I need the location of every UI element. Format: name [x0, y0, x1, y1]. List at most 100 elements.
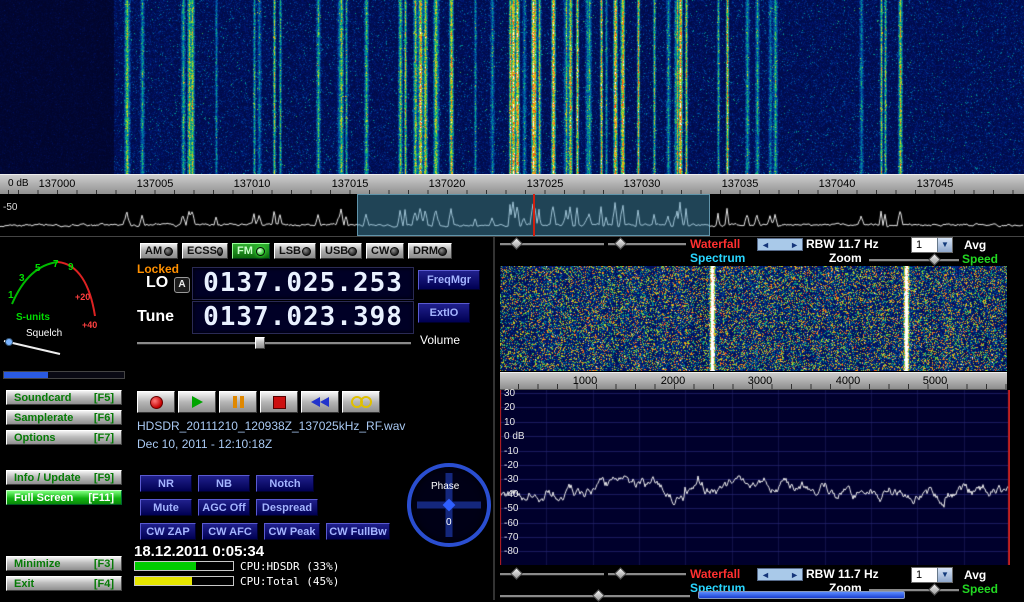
tune-frequency-display[interactable]: 0137.023.398	[192, 301, 414, 334]
button-key: [F4]	[94, 578, 114, 590]
shift-scrollbar-bottom[interactable]: ◄ ►	[757, 568, 803, 581]
button-label: Exit	[14, 578, 34, 590]
s-meter-tick-label: 3	[19, 273, 25, 284]
db-scale-label: -30	[504, 474, 518, 485]
dropdown-arrow-icon[interactable]: ▼	[937, 238, 952, 252]
avg-label-top: Avg	[964, 238, 986, 252]
speed-bar[interactable]	[698, 591, 905, 599]
rf-spectrum-display[interactable]: 30 20 10 0 dB -10 -20 -30 -40 -50 -60 -7…	[500, 390, 1010, 565]
button-key: [F11]	[88, 492, 114, 504]
soundcard-button[interactable]: Soundcard[F5]	[6, 390, 122, 405]
mode-led	[256, 247, 265, 256]
main-waterfall-display[interactable]	[0, 0, 1024, 174]
exit-button[interactable]: Exit [F4]	[6, 576, 122, 591]
spectrum-label-top[interactable]: Spectrum	[690, 251, 745, 265]
s-units-label: S-units	[16, 312, 50, 323]
scroll-left-icon[interactable]: ◄	[761, 570, 770, 580]
waterfall-label-top[interactable]: Waterfall	[690, 237, 740, 251]
freq-tick-label: 137000	[33, 178, 81, 190]
info-update-button[interactable]: Info / Update[F9]	[6, 470, 122, 485]
avg-select-value: 1	[912, 568, 937, 582]
cw-afc-button[interactable]: CW AFC	[202, 523, 258, 540]
scroll-right-icon[interactable]: ►	[790, 570, 799, 580]
mode-led	[217, 247, 223, 256]
recording-datestamp: Dec 10, 2011 - 12:10:18Z	[137, 437, 272, 451]
stop-button[interactable]	[260, 391, 298, 413]
fullscreen-button[interactable]: Full Screen[F11]	[6, 490, 122, 505]
mode-button-am[interactable]: AM	[140, 243, 178, 259]
play-icon	[192, 396, 203, 408]
mode-button-lsb[interactable]: LSB	[274, 243, 316, 259]
overview-spectrum[interactable]: -50	[0, 194, 1024, 236]
squelch-slider[interactable]	[3, 371, 125, 379]
button-key: [F9]	[94, 472, 114, 484]
mode-led	[164, 247, 173, 256]
s-meter-over-label: +20	[75, 292, 90, 302]
waterfall-upper-slider-thumb[interactable]	[510, 237, 523, 250]
datetime-display: 18.12.2011 0:05:34	[134, 543, 264, 560]
cpu-hdsdr-fill	[135, 562, 196, 570]
zoom-slider-thumb-top[interactable]	[928, 253, 941, 266]
shift-scrollbar-top[interactable]: ◄ ►	[757, 238, 803, 251]
play-button[interactable]	[178, 391, 216, 413]
pause-button[interactable]	[219, 391, 257, 413]
options-button[interactable]: Options[F7]	[6, 430, 122, 445]
mute-button[interactable]: Mute	[140, 499, 192, 516]
mode-button-usb[interactable]: USB	[320, 243, 362, 259]
rf-waterfall-display[interactable]	[500, 266, 1007, 371]
button-key: [F7]	[94, 432, 114, 444]
lo-frequency-display[interactable]: 0137.025.253	[192, 267, 414, 300]
samplerate-button[interactable]: Samplerate[F6]	[6, 410, 122, 425]
lo-lock-a-button[interactable]: A	[174, 277, 190, 293]
freqmgr-button[interactable]: FreqMgr	[418, 270, 480, 290]
zoom-slider-thumb-bottom[interactable]	[928, 583, 941, 596]
mode-label: ECSS	[187, 245, 217, 257]
mode-button-ecss[interactable]: ECSS	[182, 243, 228, 259]
cw-peak-button[interactable]: CW Peak	[264, 523, 320, 540]
notch-button[interactable]: Notch	[256, 475, 314, 492]
mode-button-fm[interactable]: FM	[232, 243, 270, 259]
frequency-scale[interactable]: 0 dB 137000 137005 137010 137015 137020 …	[0, 174, 1024, 196]
despread-button[interactable]: Despread	[256, 499, 318, 516]
cw-zap-button[interactable]: CW ZAP	[140, 523, 196, 540]
freq-tick-label: 137005	[131, 178, 179, 190]
waterfall-upper-slider-thumb-bottom[interactable]	[510, 567, 523, 580]
tune-cursor[interactable]	[533, 194, 535, 236]
loop-button[interactable]	[342, 391, 380, 413]
phase-label: Phase	[431, 481, 459, 492]
scroll-right-icon[interactable]: ►	[790, 240, 799, 250]
waterfall-lower-slider-thumb-bottom[interactable]	[614, 567, 627, 580]
nb-button[interactable]: NB	[198, 475, 250, 492]
volume-slider[interactable]	[137, 342, 411, 345]
minimize-button[interactable]: Minimize[F3]	[6, 556, 122, 571]
mode-led	[438, 247, 447, 256]
mode-label: USB	[325, 245, 348, 257]
nr-button[interactable]: NR	[140, 475, 192, 492]
avg-select-value: 1	[912, 238, 937, 252]
avg-select-top[interactable]: 1 ▼	[911, 237, 953, 253]
record-button[interactable]	[137, 391, 175, 413]
volume-label: Volume	[420, 333, 460, 347]
pause-icon	[233, 396, 244, 408]
extio-button[interactable]: ExtIO	[418, 303, 470, 323]
waterfall-lower-slider-thumb[interactable]	[614, 237, 627, 250]
rewind-button[interactable]	[301, 391, 339, 413]
freq-tick-label: 137020	[423, 178, 471, 190]
mode-led	[302, 247, 311, 256]
dropdown-arrow-icon[interactable]: ▼	[937, 568, 952, 582]
db-scale-label: -40	[504, 489, 518, 500]
db-scale-label: 30	[504, 388, 515, 399]
rf-frequency-scale[interactable]: 1000 2000 3000 4000 5000	[500, 372, 1007, 390]
cpu-total-fill	[135, 577, 192, 585]
agc-button[interactable]: AGC Off	[198, 499, 250, 516]
avg-select-bottom[interactable]: 1 ▼	[911, 567, 953, 583]
db-scale-label: 10	[504, 417, 515, 428]
zoom-slider-top[interactable]	[869, 259, 959, 262]
scroll-left-icon[interactable]: ◄	[761, 240, 770, 250]
volume-slider-thumb[interactable]	[255, 337, 265, 349]
mode-button-cw[interactable]: CW	[366, 243, 404, 259]
button-label: Minimize	[14, 558, 60, 570]
cw-fullbw-button[interactable]: CW FullBw	[326, 523, 390, 540]
waterfall-label-bottom[interactable]: Waterfall	[690, 567, 740, 581]
mode-button-drm[interactable]: DRM	[408, 243, 452, 259]
